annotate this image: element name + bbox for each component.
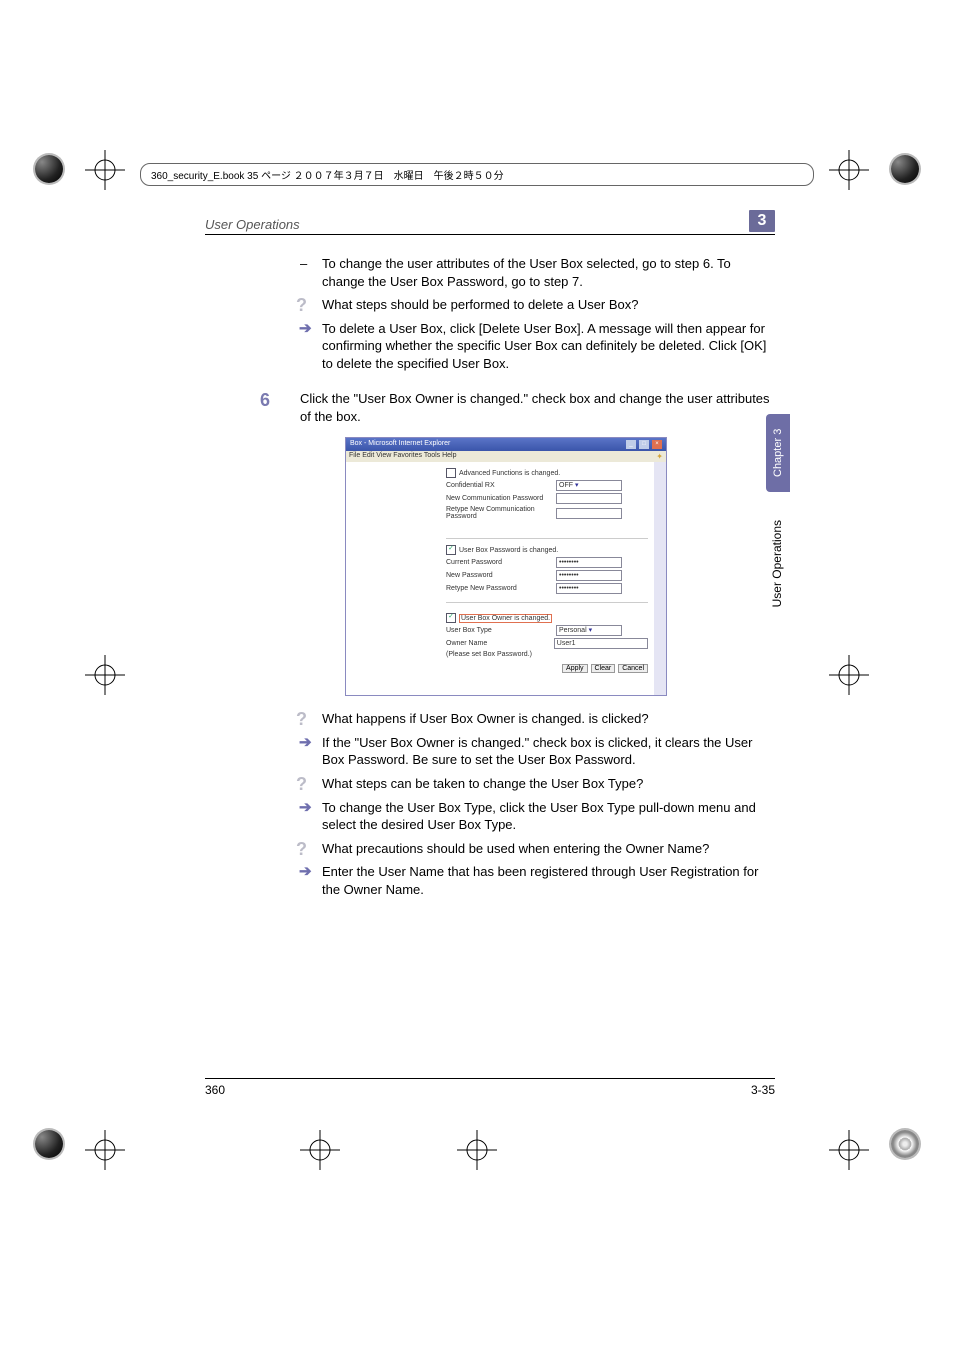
field-label: Owner Name bbox=[446, 640, 554, 647]
cancel-button[interactable]: Cancel bbox=[618, 664, 648, 673]
check-label: Advanced Functions is changed. bbox=[459, 470, 560, 477]
question-text: What precautions should be used when ent… bbox=[322, 841, 709, 856]
crop-mark bbox=[300, 1130, 340, 1170]
registration-dot bbox=[891, 155, 919, 183]
crop-mark bbox=[85, 150, 125, 190]
question-block: ? What precautions should be used when e… bbox=[300, 840, 775, 858]
check-label: User Box Password is changed. bbox=[459, 547, 558, 554]
field-label: Retype New Communication Password bbox=[446, 506, 556, 520]
footer-left: 360 bbox=[205, 1083, 225, 1097]
crop-mark bbox=[85, 655, 125, 695]
footer-right: 3-35 bbox=[751, 1083, 775, 1097]
crop-mark bbox=[829, 1130, 869, 1170]
confidential-rx-select[interactable]: OFF bbox=[556, 480, 622, 491]
answer-text: If the "User Box Owner is changed." chec… bbox=[322, 735, 752, 768]
crop-mark bbox=[457, 1130, 497, 1170]
owner-name-input[interactable]: User1 bbox=[554, 638, 648, 649]
chapter-number-box: 3 bbox=[749, 210, 775, 232]
registration-dot bbox=[35, 155, 63, 183]
question-block: ? What steps can be taken to change the … bbox=[300, 775, 775, 793]
embedded-screenshot: Box - Microsoft Internet Explorer _ □ × … bbox=[345, 437, 667, 696]
checkbox-advanced[interactable] bbox=[446, 468, 456, 478]
window-controls[interactable]: _ □ × bbox=[625, 440, 662, 449]
ie-logo-icon: ✦ bbox=[656, 452, 663, 461]
arrow-icon: ➔ bbox=[299, 735, 312, 750]
answer-block: ➔ Enter the User Name that has been regi… bbox=[300, 863, 775, 898]
answer-text: To delete a User Box, click [Delete User… bbox=[322, 321, 766, 371]
checkbox-owner-changed[interactable]: ✓ bbox=[446, 613, 456, 623]
question-text: What happens if User Box Owner is change… bbox=[322, 711, 649, 726]
registration-dot bbox=[891, 1130, 919, 1158]
question-icon: ? bbox=[296, 710, 307, 728]
arrow-icon: ➔ bbox=[299, 800, 312, 815]
crop-mark bbox=[829, 655, 869, 695]
question-icon: ? bbox=[296, 775, 307, 793]
running-title: User Operations bbox=[205, 217, 300, 232]
retype-comm-password-input[interactable] bbox=[556, 508, 622, 519]
minimize-icon[interactable]: _ bbox=[626, 440, 636, 449]
apply-button[interactable]: Apply bbox=[562, 664, 588, 673]
field-label: Retype New Password bbox=[446, 585, 556, 592]
question-block: ? What happens if User Box Owner is chan… bbox=[300, 710, 775, 728]
chapter-tab: Chapter 3 bbox=[766, 414, 790, 492]
book-header: 360_security_E.book 35 ページ ２００７年３月７日 水曜日… bbox=[140, 163, 814, 186]
field-label: New Communication Password bbox=[446, 495, 556, 502]
question-icon: ? bbox=[296, 840, 307, 858]
step-text: Click the "User Box Owner is changed." c… bbox=[300, 391, 770, 424]
answer-block: ➔ To delete a User Box, click [Delete Us… bbox=[300, 320, 775, 373]
clear-button[interactable]: Clear bbox=[591, 664, 616, 673]
field-label: User Box Type bbox=[446, 627, 556, 634]
step-number: 6 bbox=[260, 388, 270, 412]
question-text: What steps can be taken to change the Us… bbox=[322, 776, 643, 791]
new-comm-password-input[interactable] bbox=[556, 493, 622, 504]
crop-mark bbox=[85, 1130, 125, 1170]
answer-block: ➔ To change the User Box Type, click the… bbox=[300, 799, 775, 834]
check-label: User Box Owner is changed. bbox=[459, 614, 552, 623]
question-text: What steps should be performed to delete… bbox=[322, 297, 639, 312]
field-label: Confidential RX bbox=[446, 482, 556, 489]
answer-text: Enter the User Name that has been regist… bbox=[322, 864, 758, 897]
current-password-input[interactable]: •••••••• bbox=[556, 557, 622, 568]
question-block: ? What steps should be performed to dele… bbox=[300, 296, 775, 314]
maximize-icon[interactable]: □ bbox=[639, 440, 649, 449]
arrow-icon: ➔ bbox=[299, 321, 312, 336]
browser-menu[interactable]: File Edit View Favorites Tools Help bbox=[349, 452, 457, 461]
checkbox-password-changed[interactable]: ✓ bbox=[446, 545, 456, 555]
registration-dot bbox=[35, 1130, 63, 1158]
field-label: Current Password bbox=[446, 559, 556, 566]
note-dash: To change the user attributes of the Use… bbox=[300, 255, 775, 290]
question-icon: ? bbox=[296, 296, 307, 314]
window-title: Box - Microsoft Internet Explorer bbox=[350, 440, 450, 449]
new-password-input[interactable]: •••••••• bbox=[556, 570, 622, 581]
retype-password-input[interactable]: •••••••• bbox=[556, 583, 622, 594]
field-label: (Please set Box Password.) bbox=[446, 651, 556, 658]
arrow-icon: ➔ bbox=[299, 864, 312, 879]
answer-block: ➔ If the "User Box Owner is changed." ch… bbox=[300, 734, 775, 769]
side-label: User Operations bbox=[770, 520, 784, 607]
close-icon[interactable]: × bbox=[652, 440, 662, 449]
field-label: New Password bbox=[446, 572, 556, 579]
answer-text: To change the User Box Type, click the U… bbox=[322, 800, 756, 833]
user-box-type-select[interactable]: Personal bbox=[556, 625, 622, 636]
crop-mark bbox=[829, 150, 869, 190]
